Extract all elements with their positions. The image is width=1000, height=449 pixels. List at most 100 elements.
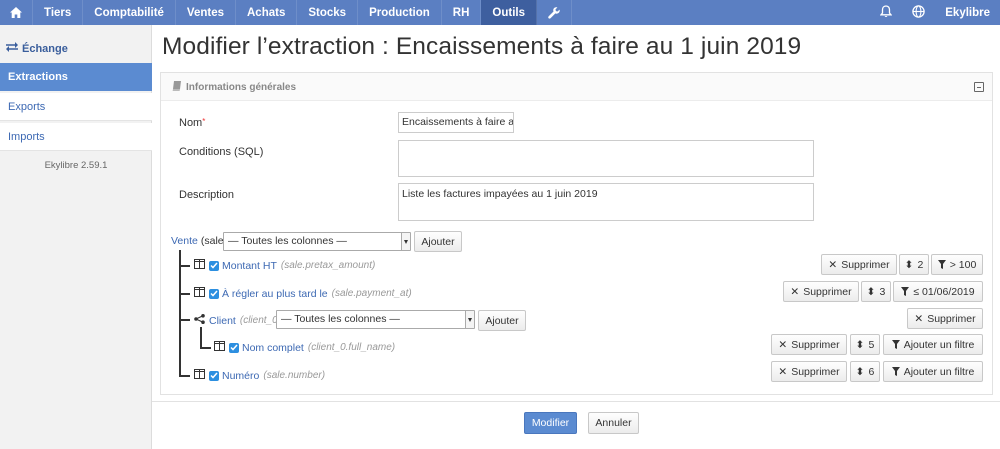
delete-button[interactable]: ✕ Supprimer (771, 361, 847, 382)
column-node-full-name: Nom complet (client_0.full_name) (214, 341, 395, 354)
delete-label: Supprimer (927, 312, 976, 325)
close-icon: ✕ (828, 258, 838, 271)
client-columns-select[interactable]: — Toutes les colonnes — (276, 310, 475, 329)
globe-icon (912, 4, 925, 21)
nav-tiers-label: Tiers (44, 6, 72, 19)
close-icon: ✕ (778, 365, 788, 378)
settings-link[interactable] (537, 0, 572, 25)
tree-line (179, 250, 181, 376)
root-link[interactable]: Vente (171, 235, 198, 247)
sidebar: Échange Extractions Exports Imports Ekyl… (0, 25, 152, 449)
client-columns-select-value: — Toutes les colonnes — (281, 313, 400, 325)
nav-achats[interactable]: Achats (236, 0, 298, 25)
order-value: 6 (868, 365, 875, 378)
home-icon (10, 7, 22, 18)
filter-label: Ajouter un filtre (903, 365, 975, 378)
root-columns-select-value: — Toutes les colonnes — (228, 235, 347, 247)
nav-ventes[interactable]: Ventes (176, 0, 236, 25)
user-menu[interactable]: Ekylibre (935, 7, 1000, 19)
sidebar-item-imports[interactable]: Imports (0, 123, 152, 151)
book-icon (172, 81, 182, 94)
nav-tiers[interactable]: Tiers (33, 0, 84, 25)
filter-button[interactable]: ≤ 01/06/2019 (893, 281, 983, 302)
language-button[interactable] (902, 4, 935, 21)
tree-line (200, 347, 211, 349)
nom-input[interactable]: Encaissements à faire au 1 (398, 112, 514, 133)
nav-comptabilite-label: Comptabilité (94, 6, 164, 19)
root-node: Vente (sale) (171, 235, 227, 247)
checkbox[interactable] (209, 288, 219, 299)
add-filter-button[interactable]: Ajouter un filtre (883, 361, 983, 382)
checkbox[interactable] (209, 370, 219, 381)
cancel-button[interactable]: Annuler (588, 412, 639, 434)
nav-achats-label: Achats (247, 6, 286, 19)
delete-button[interactable]: ✕ Supprimer (783, 281, 859, 302)
sidebar-item-label: Extractions (8, 71, 68, 83)
sidebar-item-exports[interactable]: Exports (0, 93, 152, 121)
sidebar-section-title: Échange (6, 42, 68, 55)
sidebar-item-label: Exports (8, 101, 46, 113)
tree-line (179, 319, 190, 321)
order-value: 5 (868, 338, 875, 351)
filter-button[interactable]: > 100 (931, 254, 983, 275)
chevron-down-icon (401, 233, 410, 250)
filter-label: > 100 (949, 258, 977, 271)
form-actions: Modifier Annuler (152, 401, 1000, 449)
user-name: Ekylibre (945, 6, 990, 19)
sidebar-item-extractions[interactable]: Extractions (0, 63, 152, 91)
notifications-button[interactable] (870, 4, 902, 21)
collapse-icon[interactable] (974, 82, 984, 92)
delete-button[interactable]: ✕ Supprimer (821, 254, 897, 275)
submit-button[interactable]: Modifier (524, 412, 577, 434)
order-button[interactable]: ⬍ 6 (850, 361, 880, 382)
description-textarea[interactable]: Liste les factures impayées au 1 juin 20… (398, 183, 814, 221)
sort-icon: ⬍ (904, 258, 914, 271)
filter-icon (891, 367, 900, 376)
nom-label: Nom* (179, 117, 205, 129)
sort-icon: ⬍ (855, 365, 865, 378)
filter-icon (901, 287, 910, 296)
delete-button[interactable]: ✕ Supprimer (907, 308, 983, 329)
relation-label[interactable]: Client (209, 315, 236, 327)
sort-icon: ⬍ (866, 285, 876, 298)
column-node-number: Numéro (sale.number) (194, 369, 325, 382)
add-filter-button[interactable]: Ajouter un filtre (883, 334, 983, 355)
panel-header: Informations générales (161, 73, 992, 101)
filter-label: ≤ 01/06/2019 (913, 285, 975, 298)
close-icon: ✕ (790, 285, 800, 298)
home-link[interactable] (0, 0, 33, 25)
columns-icon (194, 369, 205, 382)
order-value: 2 (917, 258, 924, 271)
sort-icon: ⬍ (855, 338, 865, 351)
nav-rh[interactable]: RH (442, 0, 482, 25)
root-add-button[interactable]: Ajouter (414, 231, 462, 252)
column-path: (sale.payment_at) (331, 288, 412, 299)
order-button[interactable]: ⬍ 5 (850, 334, 880, 355)
nav-stocks[interactable]: Stocks (297, 0, 359, 25)
relation-node-client: Client (client_0) (194, 314, 281, 327)
client-add-button[interactable]: Ajouter (478, 310, 526, 331)
wrench-icon (548, 6, 560, 19)
conditions-textarea[interactable] (398, 140, 814, 177)
share-icon (194, 314, 205, 327)
order-button[interactable]: ⬍ 3 (861, 281, 891, 302)
nav-production[interactable]: Production (358, 0, 442, 25)
chevron-down-icon (465, 311, 474, 328)
checkbox[interactable] (229, 342, 239, 353)
panel-title: Informations générales (172, 81, 296, 94)
column-label: Numéro (222, 369, 260, 382)
order-button[interactable]: ⬍ 2 (899, 254, 929, 275)
column-path: (sale.number) (263, 370, 326, 381)
description-label: Description (179, 189, 235, 201)
nav-outils-label: Outils (492, 6, 525, 19)
exchange-icon (6, 42, 18, 55)
nav-outils[interactable]: Outils (481, 0, 537, 25)
checkbox[interactable] (209, 260, 219, 271)
relation-path: (client_0) (239, 315, 281, 326)
column-path: (client_0.full_name) (307, 342, 396, 353)
root-columns-select[interactable]: — Toutes les colonnes — (223, 232, 411, 251)
filter-icon (891, 340, 900, 349)
bell-icon (879, 4, 893, 21)
delete-button[interactable]: ✕ Supprimer (771, 334, 847, 355)
nav-comptabilite[interactable]: Comptabilité (83, 0, 176, 25)
